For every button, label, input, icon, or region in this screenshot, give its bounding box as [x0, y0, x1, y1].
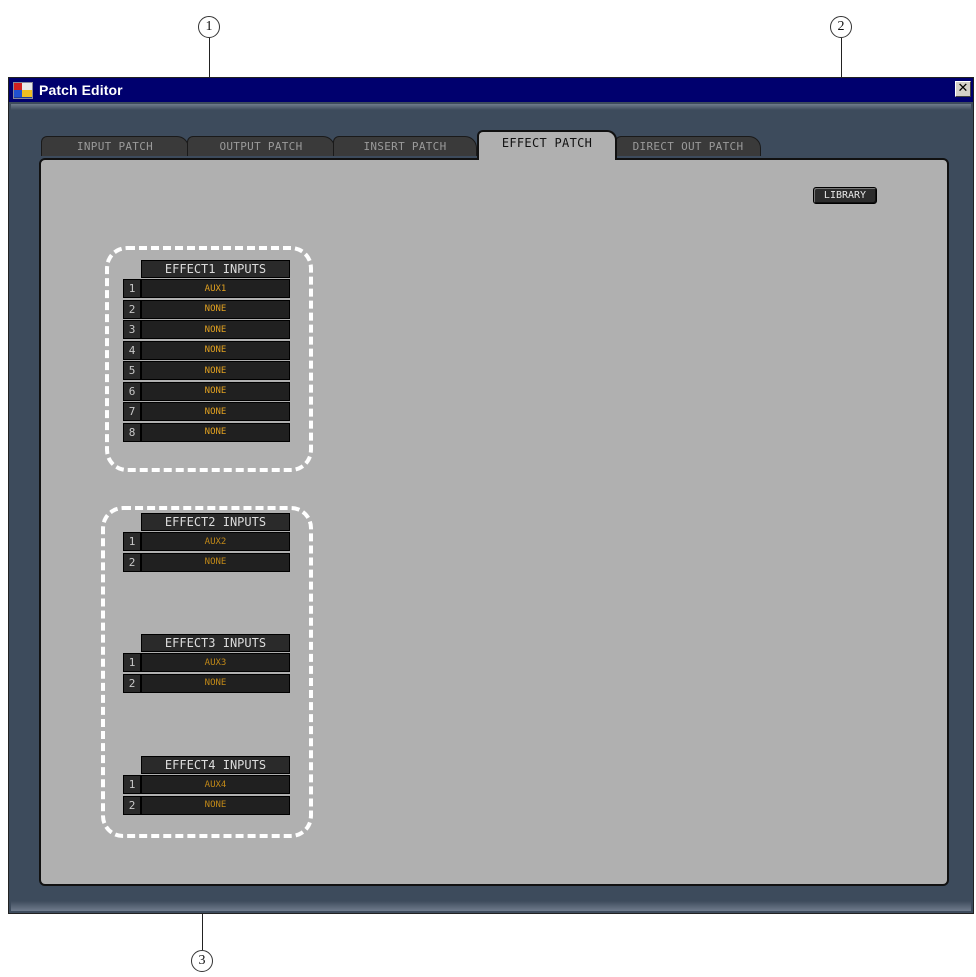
- effect1-input-row: 7 NONE: [123, 402, 290, 421]
- input-number: 2: [123, 552, 141, 572]
- effect1-input-row: 1 AUX1: [123, 279, 290, 298]
- tab-insert-patch[interactable]: INSERT PATCH: [333, 136, 477, 156]
- input-number: 1: [123, 653, 141, 672]
- input-number: 8: [123, 422, 141, 442]
- callout-3: 3: [191, 950, 213, 972]
- effect1-input-row: 6 NONE: [123, 381, 290, 401]
- effect-patch-panel: LIBRARY EFFECT1 INPUTS 1 AUX1 2 NONE 3 NONE 4 NO…: [39, 158, 949, 886]
- effect1-input-row: 3 NONE: [123, 320, 290, 339]
- input-source-select[interactable]: NONE: [141, 795, 290, 815]
- input-source-select[interactable]: NONE: [141, 402, 290, 421]
- effect3-input-row: 2 NONE: [123, 673, 290, 693]
- tab-direct-out-patch[interactable]: DIRECT OUT PATCH: [615, 136, 761, 156]
- input-number: 2: [123, 299, 141, 319]
- input-source-select[interactable]: NONE: [141, 320, 290, 339]
- effect4-input-row: 2 NONE: [123, 795, 290, 815]
- effect3-input-row: 1 AUX3: [123, 653, 290, 672]
- input-source-select[interactable]: AUX3: [141, 653, 290, 672]
- effect3-header: EFFECT3 INPUTS: [141, 634, 290, 652]
- tab-effect-patch[interactable]: EFFECT PATCH: [477, 130, 617, 160]
- effect2-header: EFFECT2 INPUTS: [141, 513, 290, 531]
- effect1-input-row: 2 NONE: [123, 299, 290, 319]
- input-source-select[interactable]: NONE: [141, 552, 290, 572]
- effect1-input-row: 4 NONE: [123, 340, 290, 360]
- input-number: 1: [123, 279, 141, 298]
- effect2-input-row: 2 NONE: [123, 552, 290, 572]
- input-source-select[interactable]: NONE: [141, 381, 290, 401]
- input-number: 4: [123, 340, 141, 360]
- tab-output-patch[interactable]: OUTPUT PATCH: [187, 136, 335, 156]
- callout-1: 1: [198, 16, 220, 38]
- patch-editor-window: Patch Editor ✕ INPUT PATCH OUTPUT PATCH …: [8, 77, 974, 914]
- effect1-input-row: 8 NONE: [123, 422, 290, 442]
- input-number: 7: [123, 402, 141, 421]
- input-source-select[interactable]: AUX4: [141, 775, 290, 794]
- title-bar[interactable]: Patch Editor ✕: [9, 78, 973, 102]
- top-frame-strip: [11, 104, 971, 110]
- app-icon: [13, 81, 33, 99]
- input-number: 3: [123, 320, 141, 339]
- effect4-header: EFFECT4 INPUTS: [141, 756, 290, 774]
- input-source-select[interactable]: NONE: [141, 299, 290, 319]
- input-number: 2: [123, 795, 141, 815]
- input-source-select[interactable]: NONE: [141, 422, 290, 442]
- input-source-select[interactable]: NONE: [141, 361, 290, 380]
- bottom-frame-strip: [11, 901, 971, 911]
- effect1-input-row: 5 NONE: [123, 361, 290, 380]
- input-source-select[interactable]: AUX1: [141, 279, 290, 298]
- input-number: 1: [123, 775, 141, 794]
- effect1-header: EFFECT1 INPUTS: [141, 260, 290, 278]
- input-source-select[interactable]: NONE: [141, 673, 290, 693]
- input-source-select[interactable]: AUX2: [141, 532, 290, 551]
- input-number: 6: [123, 381, 141, 401]
- callout-2: 2: [830, 16, 852, 38]
- tab-bar: INPUT PATCH OUTPUT PATCH INSERT PATCH EF…: [9, 130, 973, 160]
- window-title: Patch Editor: [39, 82, 123, 98]
- input-number: 1: [123, 532, 141, 551]
- effect2-input-row: 1 AUX2: [123, 532, 290, 551]
- input-source-select[interactable]: NONE: [141, 340, 290, 360]
- tab-input-patch[interactable]: INPUT PATCH: [41, 136, 189, 156]
- input-number: 5: [123, 361, 141, 380]
- input-number: 2: [123, 673, 141, 693]
- close-button[interactable]: ✕: [955, 81, 971, 97]
- library-button[interactable]: LIBRARY: [813, 187, 877, 204]
- effect4-input-row: 1 AUX4: [123, 775, 290, 794]
